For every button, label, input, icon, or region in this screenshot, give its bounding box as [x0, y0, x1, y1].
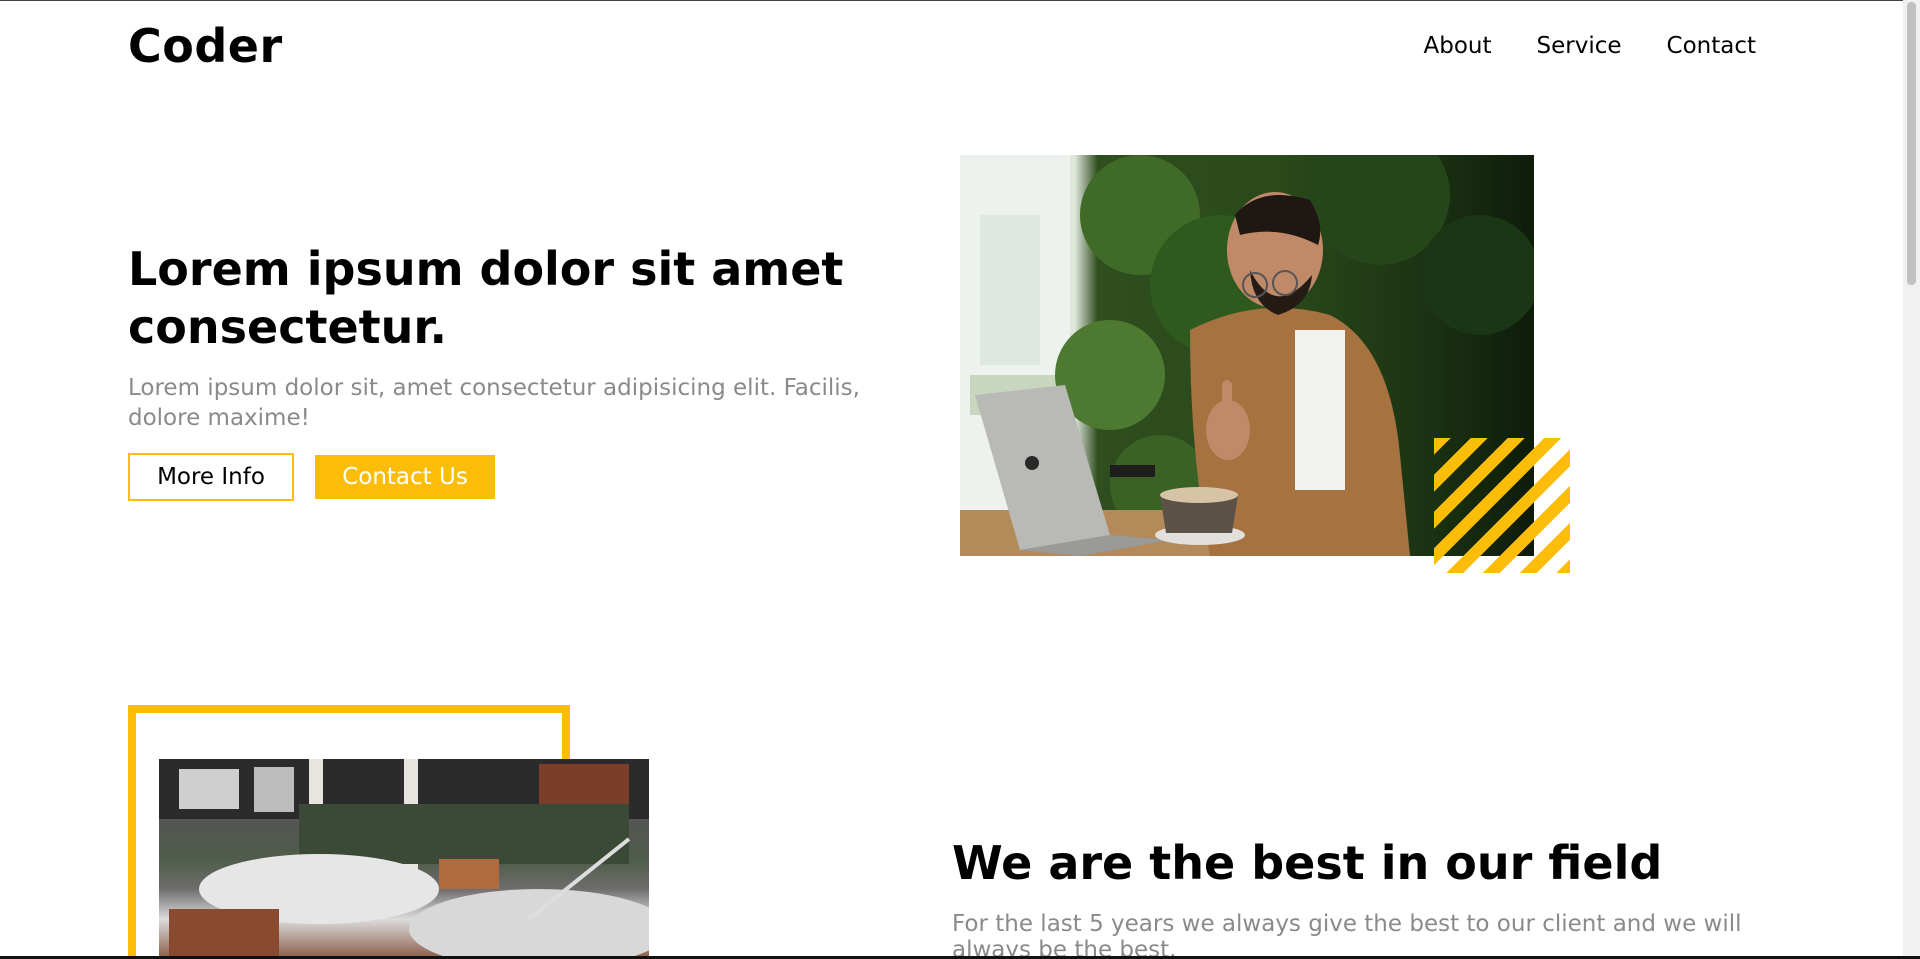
more-info-button[interactable]: More Info	[128, 453, 294, 501]
nav-contact-link[interactable]: Contact	[1667, 30, 1756, 62]
top-border	[0, 0, 1920, 1]
scrollbar[interactable]	[1903, 0, 1920, 959]
hero-subtitle: Lorem ipsum dolor sit, amet consectetur …	[128, 375, 860, 431]
about-text: For the last 5 years we always give the …	[952, 911, 1742, 959]
scrollbar-thumb[interactable]	[1907, 2, 1916, 285]
cafe-interior-photo	[159, 759, 649, 959]
nav-service-link[interactable]: Service	[1537, 30, 1622, 62]
contact-us-button[interactable]: Contact Us	[315, 455, 495, 499]
page: Coder About Service Contact Lorem ipsum …	[0, 0, 1920, 959]
yellow-stripe-pattern	[1434, 438, 1570, 573]
main-nav: About Service Contact	[1423, 30, 1756, 62]
nav-about-link[interactable]: About	[1423, 30, 1491, 62]
about-title: We are the best in our field	[952, 836, 1663, 890]
logo[interactable]: Coder	[128, 18, 283, 74]
hero-title: Lorem ipsum dolor sit amet consectetur.	[128, 242, 844, 354]
